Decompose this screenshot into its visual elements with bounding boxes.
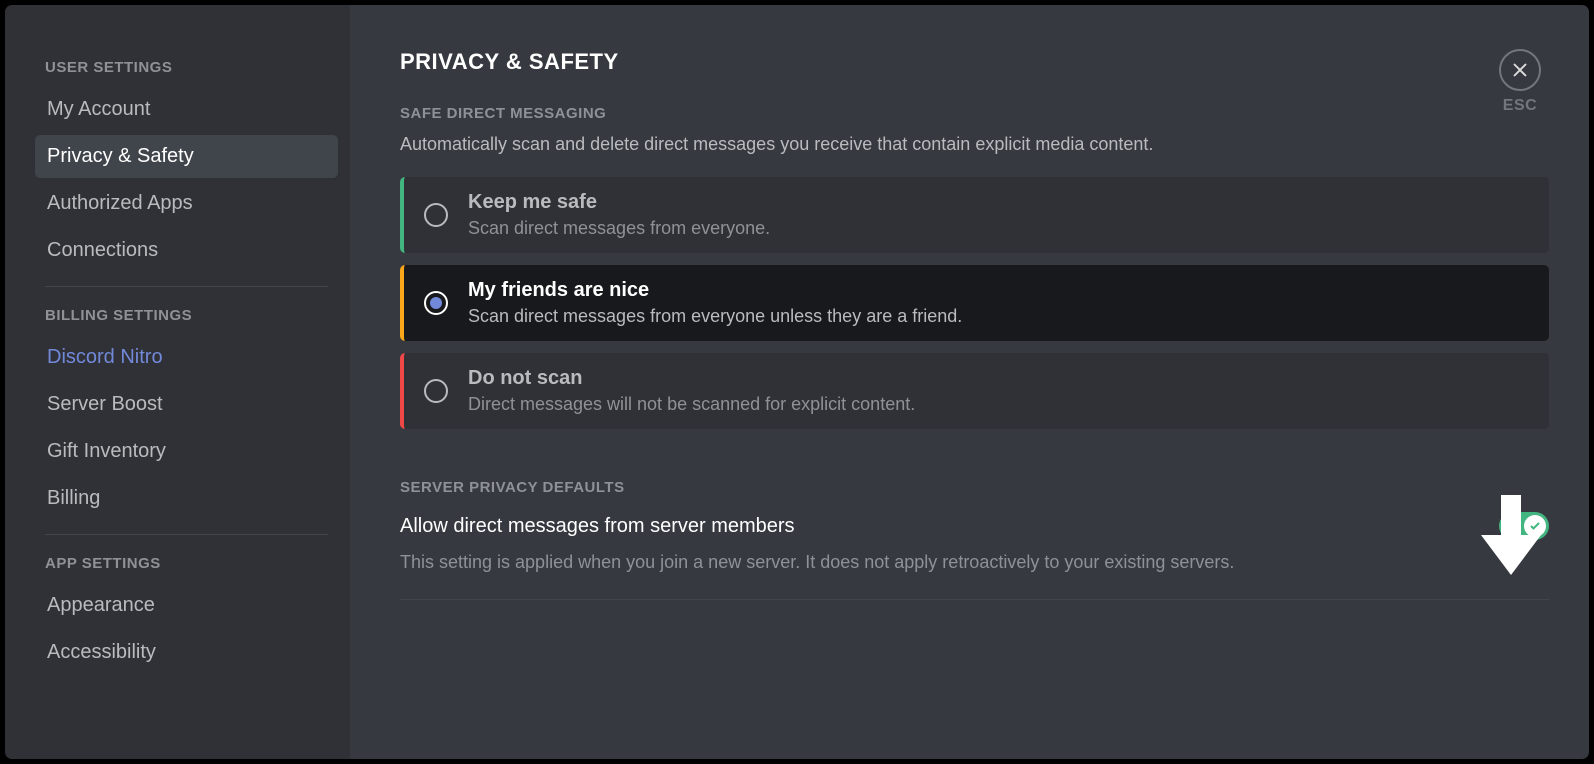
radio-title: Keep me safe xyxy=(468,191,1533,214)
sidebar-separator xyxy=(45,286,328,287)
settings-window: USER SETTINGS My Account Privacy & Safet… xyxy=(0,0,1594,764)
annotation-arrow-icon xyxy=(1481,495,1541,575)
close-label: ESC xyxy=(1503,97,1537,115)
sidebar-item-connections[interactable]: Connections xyxy=(35,229,338,272)
content-divider xyxy=(400,599,1549,600)
sidebar-item-privacy-safety[interactable]: Privacy & Safety xyxy=(35,135,338,178)
sidebar-item-my-account[interactable]: My Account xyxy=(35,88,338,131)
settings-content: ESC PRIVACY & SAFETY SAFE DIRECT MESSAGI… xyxy=(350,5,1589,759)
sidebar-item-authorized-apps[interactable]: Authorized Apps xyxy=(35,182,338,225)
sidebar-item-accessibility[interactable]: Accessibility xyxy=(35,631,338,674)
sidebar-header-user-settings: USER SETTINGS xyxy=(35,53,338,82)
radio-title: My friends are nice xyxy=(468,279,1533,302)
page-title: PRIVACY & SAFETY xyxy=(400,49,1549,75)
radio-title: Do not scan xyxy=(468,367,1533,390)
section-header-server-privacy: SERVER PRIVACY DEFAULTS xyxy=(400,479,1549,496)
radio-icon xyxy=(424,379,448,403)
sidebar-separator xyxy=(45,534,328,535)
radio-option-my-friends-are-nice[interactable]: My friends are nice Scan direct messages… xyxy=(400,265,1549,341)
close-icon xyxy=(1499,49,1541,91)
sidebar-item-appearance[interactable]: Appearance xyxy=(35,584,338,627)
radio-desc: Scan direct messages from everyone. xyxy=(468,218,1533,239)
sidebar-item-billing[interactable]: Billing xyxy=(35,477,338,520)
sidebar-item-server-boost[interactable]: Server Boost xyxy=(35,383,338,426)
radio-option-do-not-scan[interactable]: Do not scan Direct messages will not be … xyxy=(400,353,1549,429)
sidebar-header-billing-settings: BILLING SETTINGS xyxy=(35,301,338,330)
radio-icon xyxy=(424,291,448,315)
sidebar-item-discord-nitro[interactable]: Discord Nitro xyxy=(35,336,338,379)
safe-dm-radio-group: Keep me safe Scan direct messages from e… xyxy=(400,177,1549,429)
toggle-title: Allow direct messages from server member… xyxy=(400,515,795,538)
toggle-row-allow-dm: Allow direct messages from server member… xyxy=(400,512,1549,540)
radio-desc: Direct messages will not be scanned for … xyxy=(468,394,1533,415)
radio-desc: Scan direct messages from everyone unles… xyxy=(468,306,1533,327)
radio-icon xyxy=(424,203,448,227)
section-header-safe-dm: SAFE DIRECT MESSAGING xyxy=(400,105,1549,122)
sidebar-item-gift-inventory[interactable]: Gift Inventory xyxy=(35,430,338,473)
toggle-desc: This setting is applied when you join a … xyxy=(400,550,1549,575)
sidebar-header-app-settings: APP SETTINGS xyxy=(35,549,338,578)
radio-option-keep-me-safe[interactable]: Keep me safe Scan direct messages from e… xyxy=(400,177,1549,253)
settings-sidebar: USER SETTINGS My Account Privacy & Safet… xyxy=(5,5,350,759)
section-desc-safe-dm: Automatically scan and delete direct mes… xyxy=(400,132,1549,157)
close-button[interactable]: ESC xyxy=(1499,49,1541,115)
